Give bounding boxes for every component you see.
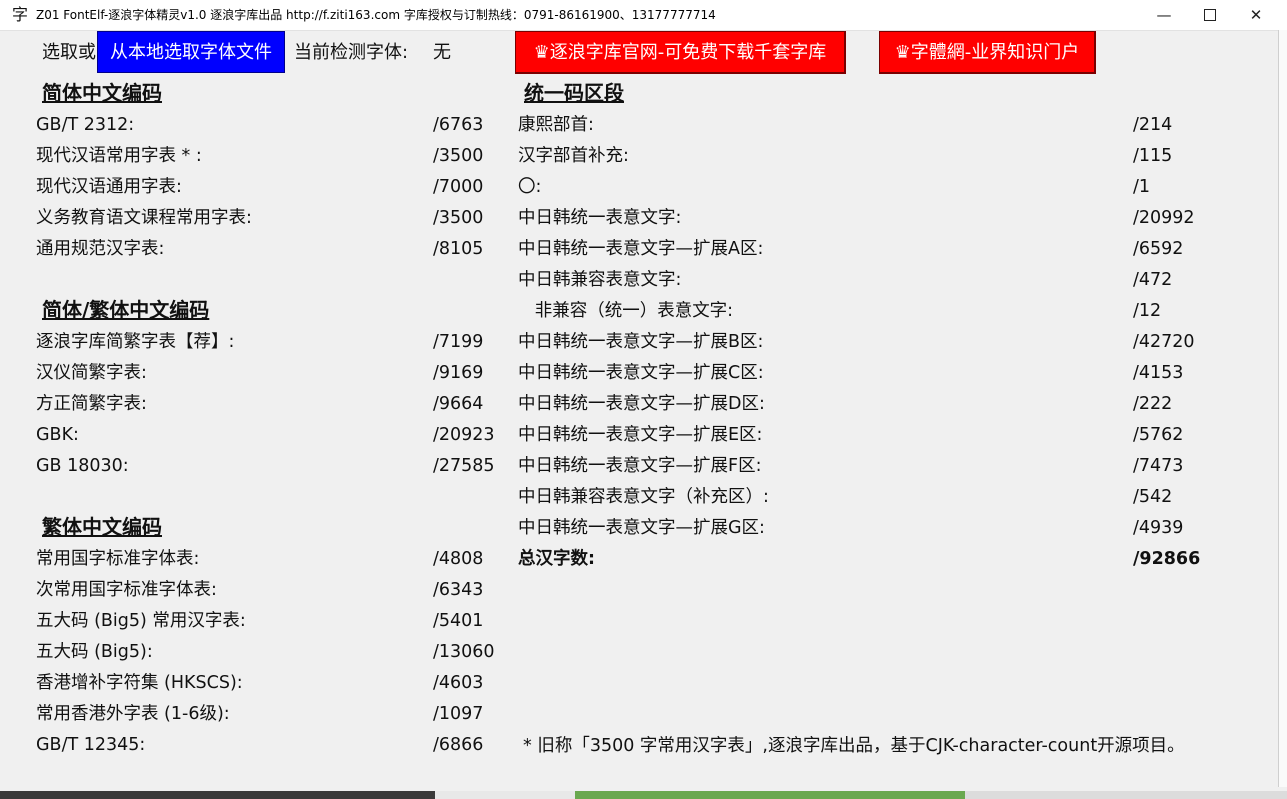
current-font-label: 当前检测字体: (294, 42, 409, 63)
item-count: /6592 (1133, 239, 1184, 259)
item-count: /3500 (433, 208, 484, 228)
item-count: /4808 (433, 549, 484, 569)
item-label: 中日韩统一表意文字—扩展C区: (518, 363, 764, 383)
app-icon: 字 (12, 5, 29, 24)
item-count: /6866 (433, 735, 484, 755)
item-label: 汉仪简繁字表: (36, 363, 147, 383)
item-label: GB 18030: (36, 456, 129, 476)
item-label: 通用规范汉字表: (36, 239, 165, 259)
item-count: /9664 (433, 394, 484, 414)
item-label: 五大码 (Big5) 常用汉字表: (36, 611, 246, 631)
footnote-text: * 旧称「3500 字常用汉字表」,逐浪字库出品，基于CJK-character… (523, 736, 1185, 756)
mixed-section-title: 简体/繁体中文编码 (42, 298, 210, 322)
item-label: 五大码 (Big5): (36, 642, 153, 662)
item-label: GB/T 2312: (36, 115, 135, 135)
item-label: 中日韩统一表意文字—扩展E区: (518, 425, 763, 445)
item-label: 非兼容（统一）表意文字: (518, 301, 734, 321)
item-count: /214 (1133, 115, 1173, 135)
window-title: Z01 FontElf-逐浪字体精灵v1.0 逐浪字库出品 http://f.z… (36, 8, 716, 22)
item-label: 中日韩兼容表意文字（补充区）: (518, 487, 769, 507)
item-label: 中日韩统一表意文字—扩展D区: (518, 394, 765, 414)
background-region-green (575, 791, 965, 799)
item-count: /6763 (433, 115, 484, 135)
item-count: /20923 (433, 425, 495, 445)
item-count: /6343 (433, 580, 484, 600)
item-count: /472 (1133, 270, 1173, 290)
zitiw-portal-button[interactable]: ♛字體網-业界知识门户 (879, 31, 1096, 74)
item-count: /3500 (433, 146, 484, 166)
background-region-light (435, 791, 575, 799)
item-count: /5401 (433, 611, 484, 631)
item-label: 现代汉语常用字表 * : (36, 146, 202, 166)
item-label: 义务教育语文课程常用字表: (36, 208, 252, 228)
item-count: /222 (1133, 394, 1173, 414)
item-count: /7000 (433, 177, 484, 197)
item-label: 现代汉语通用字表: (36, 177, 182, 197)
maximize-button[interactable] (1187, 0, 1233, 30)
background-region-dark (0, 791, 435, 799)
item-count: /12 (1133, 301, 1162, 321)
select-prefix-label: 选取或 (42, 42, 96, 63)
item-label: 〇: (518, 177, 542, 197)
item-count: /5762 (1133, 425, 1184, 445)
maximize-icon (1204, 9, 1216, 21)
item-count: /1 (1133, 177, 1151, 197)
background-window-edge (1278, 30, 1287, 799)
item-label: 中日韩统一表意文字—扩展F区: (518, 456, 762, 476)
item-label: 逐浪字库简繁字表【荐】: (36, 332, 235, 352)
item-label: GBK: (36, 425, 79, 445)
item-label: 中日韩统一表意文字: (518, 208, 682, 228)
unicode-section-title: 统一码区段 (524, 81, 624, 105)
item-label: 中日韩统一表意文字—扩展A区: (518, 239, 764, 259)
item-label: 中日韩统一表意文字—扩展G区: (518, 518, 765, 538)
item-label: 常用香港外字表 (1-6级): (36, 704, 230, 724)
close-icon: ✕ (1249, 6, 1263, 24)
total-label: 总汉字数: (518, 549, 595, 569)
item-label: 康熙部首: (518, 115, 594, 135)
item-count: /9169 (433, 363, 484, 383)
item-count: /20992 (1133, 208, 1195, 228)
item-count: /42720 (1133, 332, 1195, 352)
item-count: /7473 (1133, 456, 1184, 476)
item-label: 中日韩统一表意文字—扩展B区: (518, 332, 764, 352)
minimize-icon: — (1156, 6, 1172, 24)
item-label: 方正简繁字表: (36, 394, 147, 414)
background-taskbar-edge (0, 787, 1287, 799)
item-label: 汉字部首补充: (518, 146, 629, 166)
item-count: /4939 (1133, 518, 1184, 538)
item-count: /1097 (433, 704, 484, 724)
close-button[interactable]: ✕ (1233, 0, 1279, 30)
select-local-font-button[interactable]: 从本地选取字体文件 (97, 31, 285, 73)
total-count: /92866 (1133, 549, 1201, 569)
official-site-button[interactable]: ♛逐浪字库官网-可免费下载千套字库 (515, 31, 846, 74)
item-count: /4603 (433, 673, 484, 693)
item-count: /27585 (433, 456, 495, 476)
item-label: 中日韩兼容表意文字: (518, 270, 682, 290)
current-font-value: 无 (433, 42, 451, 63)
item-count: /8105 (433, 239, 484, 259)
item-count: /4153 (1133, 363, 1184, 383)
item-count: /542 (1133, 487, 1173, 507)
item-count: /7199 (433, 332, 484, 352)
item-label: 常用国字标准字体表: (36, 549, 200, 569)
item-label: 香港增补字符集 (HKSCS): (36, 673, 243, 693)
simplified-section-title: 简体中文编码 (42, 81, 162, 105)
item-count: /115 (1133, 146, 1173, 166)
item-label: 次常用国字标准字体表: (36, 580, 217, 600)
background-region-gray (965, 791, 1287, 799)
item-count: /13060 (433, 642, 495, 662)
traditional-section-title: 繁体中文编码 (42, 515, 162, 539)
title-bar: 字 Z01 FontElf-逐浪字体精灵v1.0 逐浪字库出品 http://f… (0, 0, 1287, 31)
minimize-button[interactable]: — (1141, 0, 1187, 30)
item-label: GB/T 12345: (36, 735, 146, 755)
